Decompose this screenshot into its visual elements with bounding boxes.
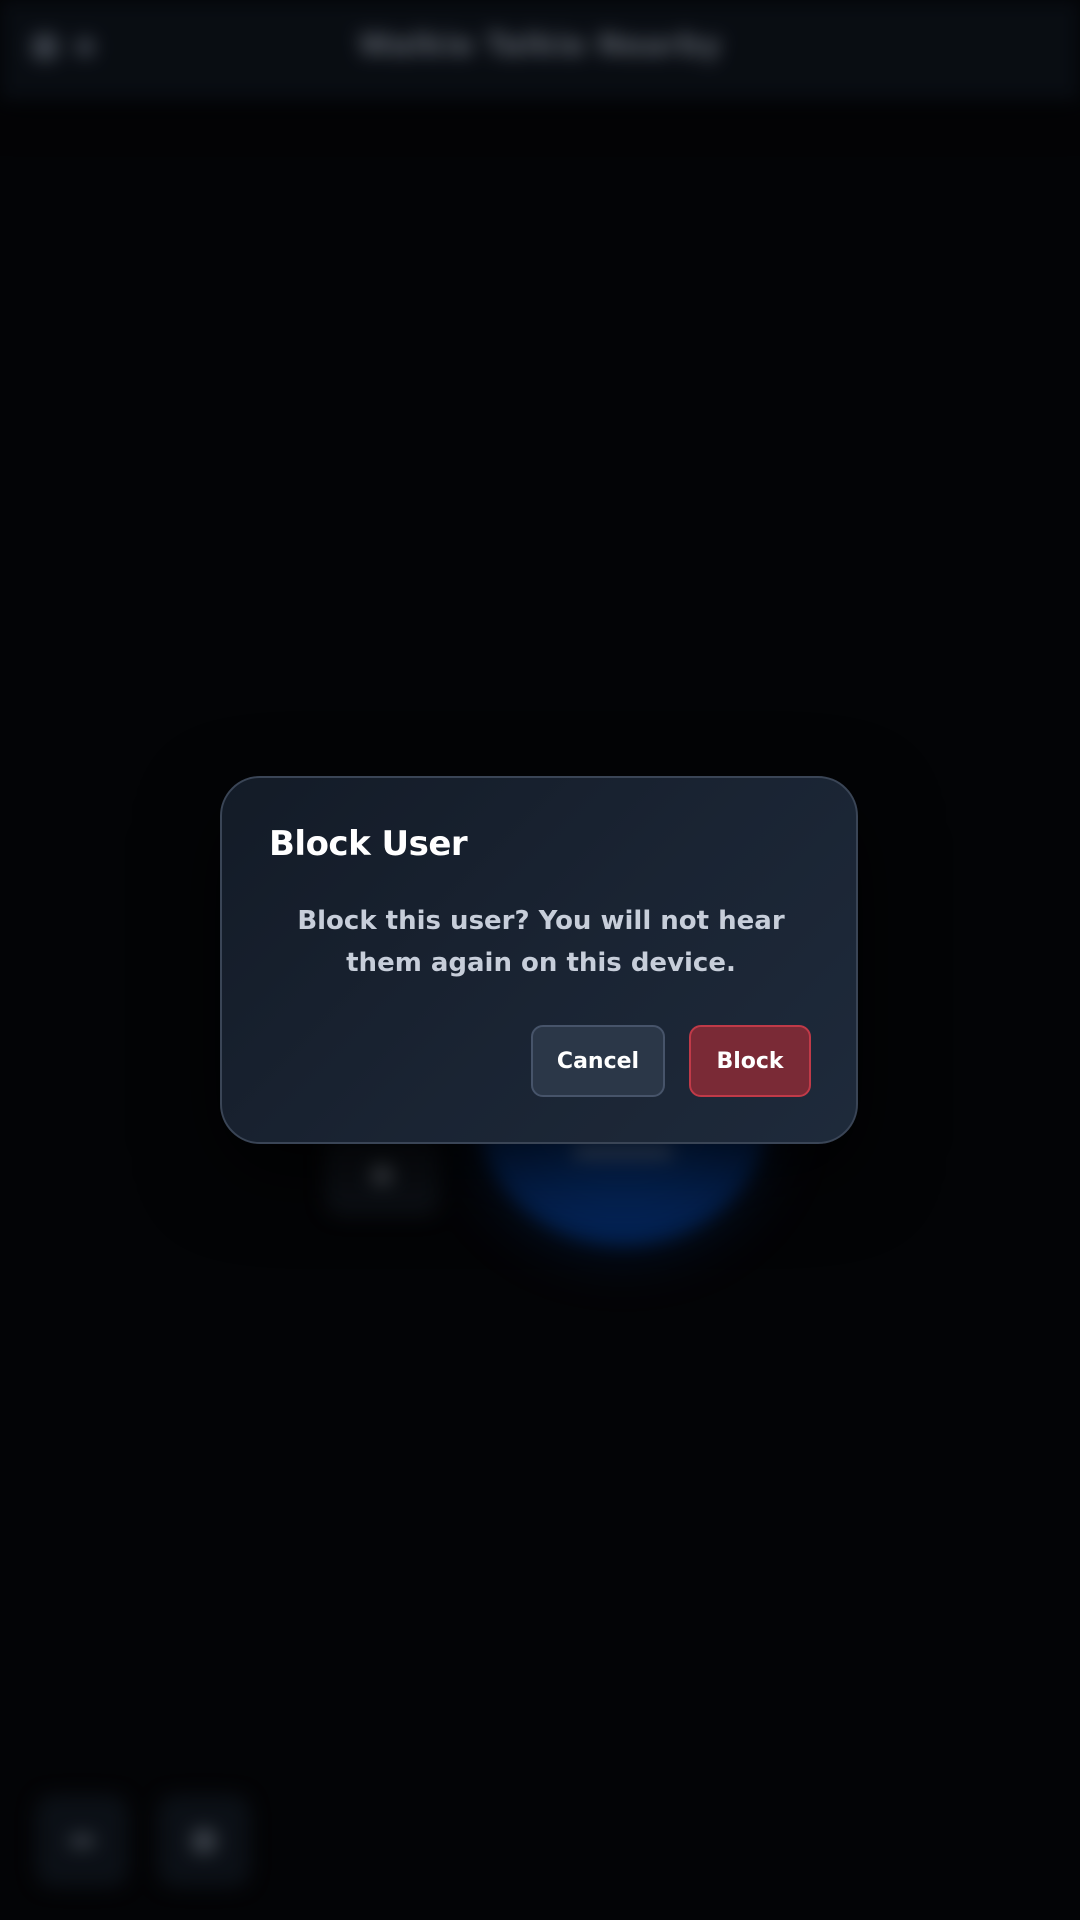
dialog-title: Block User bbox=[269, 824, 468, 864]
screen: Walkie Talkie Nearby Block User Block th… bbox=[0, 0, 1080, 1920]
block-user-dialog: Block User Block this user? You will not… bbox=[220, 776, 858, 1144]
dialog-message: Block this user? You will not hear them … bbox=[297, 906, 785, 978]
cancel-button[interactable]: Cancel bbox=[531, 1025, 665, 1097]
block-button[interactable]: Block bbox=[689, 1025, 811, 1097]
